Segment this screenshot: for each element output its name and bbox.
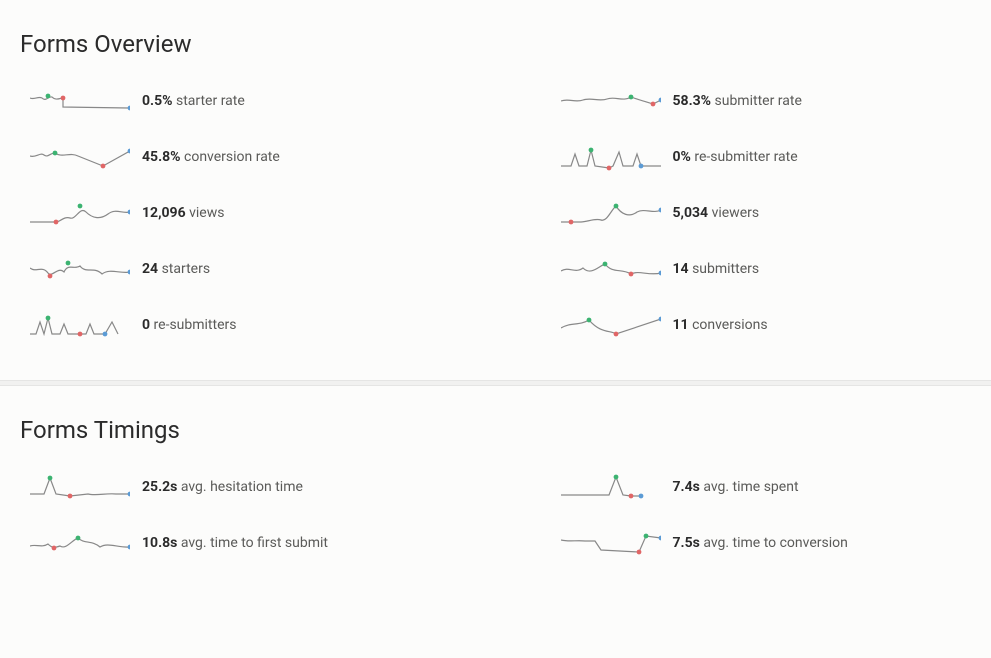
metric-value-avg-hesitation: 25.2s	[142, 479, 177, 495]
sparkline-submitter-rate	[561, 86, 661, 116]
sparkline-resubmitters	[30, 310, 130, 340]
metric-resubmitter-rate: 0% re-submitter rate	[561, 142, 972, 172]
forms-timings-panel: Forms Timings 25.2s avg. hesitation time…	[0, 386, 991, 598]
sparkline-avg-first-submit	[30, 528, 130, 558]
metric-value-conversions: 11	[673, 317, 689, 333]
metric-label-conversion-rate: conversion rate	[184, 149, 280, 165]
metric-avg-time-conv: 7.5s avg. time to conversion	[561, 528, 972, 558]
metric-value-starter-rate: 0.5%	[142, 93, 172, 109]
metric-text-avg-time-conv: 7.5s avg. time to conversion	[673, 535, 848, 551]
sparkline-starters	[30, 254, 130, 284]
sparkline-starter-rate	[30, 86, 130, 116]
sparkline-viewers	[561, 198, 661, 228]
metric-value-submitters: 14	[673, 261, 689, 277]
metric-text-conversion-rate: 45.8% conversion rate	[142, 149, 280, 165]
forms-overview-title: Forms Overview	[20, 30, 971, 58]
metric-value-resubmitter-rate: 0%	[673, 149, 691, 165]
metric-avg-hesitation: 25.2s avg. hesitation time	[30, 472, 441, 502]
metric-label-viewers: viewers	[712, 205, 760, 221]
metric-label-avg-time-conv: avg. time to conversion	[703, 535, 848, 551]
sparkline-conversion-rate	[30, 142, 130, 172]
forms-timings-title: Forms Timings	[20, 416, 971, 444]
sparkline-avg-time-spent	[561, 472, 661, 502]
metric-text-resubmitter-rate: 0% re-submitter rate	[673, 149, 798, 165]
metric-viewers: 5,034 viewers	[561, 198, 972, 228]
metric-text-resubmitters: 0 re-submitters	[142, 317, 236, 333]
metric-value-avg-time-conv: 7.5s	[673, 535, 700, 551]
metric-text-avg-time-spent: 7.4s avg. time spent	[673, 479, 799, 495]
metric-label-avg-time-spent: avg. time spent	[703, 479, 798, 495]
metric-value-starters: 24	[142, 261, 158, 277]
sparkline-avg-hesitation	[30, 472, 130, 502]
metric-label-avg-hesitation: avg. hesitation time	[181, 479, 303, 495]
metric-conversion-rate: 45.8% conversion rate	[30, 142, 441, 172]
sparkline-submitters	[561, 254, 661, 284]
metric-label-avg-first-submit: avg. time to first submit	[181, 535, 328, 551]
metric-text-avg-hesitation: 25.2s avg. hesitation time	[142, 479, 303, 495]
metric-value-avg-time-spent: 7.4s	[673, 479, 700, 495]
metric-starter-rate: 0.5% starter rate	[30, 86, 441, 116]
sparkline-views	[30, 198, 130, 228]
metric-text-submitter-rate: 58.3% submitter rate	[673, 93, 802, 109]
forms-overview-panel: Forms Overview 0.5% starter rate 58.3% su…	[0, 0, 991, 380]
metric-submitter-rate: 58.3% submitter rate	[561, 86, 972, 116]
metric-label-resubmitter-rate: re-submitter rate	[694, 149, 797, 165]
metric-text-viewers: 5,034 viewers	[673, 205, 760, 221]
metric-label-resubmitters: re-submitters	[154, 317, 237, 333]
metric-text-starter-rate: 0.5% starter rate	[142, 93, 245, 109]
metric-submitters: 14 submitters	[561, 254, 972, 284]
metric-text-starters: 24 starters	[142, 261, 210, 277]
metric-value-views: 12,096	[142, 205, 186, 221]
sparkline-avg-time-conv	[561, 528, 661, 558]
forms-overview-grid: 0.5% starter rate 58.3% submitter rate 45.…	[20, 86, 971, 340]
forms-timings-grid: 25.2s avg. hesitation time 7.4s avg. time…	[20, 472, 971, 558]
metric-starters: 24 starters	[30, 254, 441, 284]
metric-resubmitters: 0 re-submitters	[30, 310, 441, 340]
sparkline-conversions	[561, 310, 661, 340]
metric-value-resubmitters: 0	[142, 317, 150, 333]
metric-avg-time-spent: 7.4s avg. time spent	[561, 472, 972, 502]
metric-value-viewers: 5,034	[673, 205, 709, 221]
metric-text-avg-first-submit: 10.8s avg. time to first submit	[142, 535, 328, 551]
metric-value-avg-first-submit: 10.8s	[142, 535, 177, 551]
metric-avg-first-submit: 10.8s avg. time to first submit	[30, 528, 441, 558]
metric-label-conversions: conversions	[692, 317, 767, 333]
sparkline-resubmitter-rate	[561, 142, 661, 172]
metric-value-submitter-rate: 58.3%	[673, 93, 712, 109]
metric-label-submitter-rate: submitter rate	[715, 93, 802, 109]
metric-text-submitters: 14 submitters	[673, 261, 760, 277]
metric-value-conversion-rate: 45.8%	[142, 149, 181, 165]
metric-text-conversions: 11 conversions	[673, 317, 768, 333]
metric-views: 12,096 views	[30, 198, 441, 228]
metric-conversions: 11 conversions	[561, 310, 972, 340]
metric-label-starters: starters	[162, 261, 210, 277]
metric-label-views: views	[189, 205, 224, 221]
metric-label-submitters: submitters	[692, 261, 759, 277]
metric-text-views: 12,096 views	[142, 205, 224, 221]
metric-label-starter-rate: starter rate	[176, 93, 245, 109]
